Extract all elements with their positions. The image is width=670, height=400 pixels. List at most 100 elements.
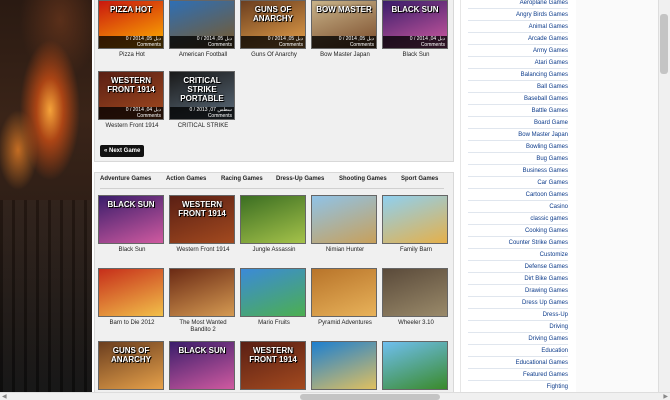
sidebar-category-link[interactable]: Angry Birds Games — [468, 9, 568, 21]
game-thumbnail[interactable]: WESTERN FRONT 1914 0 / 2014 ,04 دبل Commen… — [98, 71, 164, 120]
sidebar-category-link[interactable]: Battle Games — [468, 105, 568, 117]
game-thumbnail[interactable]: BLACK SUN — [169, 341, 235, 390]
tab-action-games[interactable]: Action Games — [166, 176, 206, 182]
game-title-link[interactable]: Jungle Assassin — [240, 247, 308, 254]
game-thumbnail[interactable]: BLACK SUN 0 / 2014 ,04 دبل Comments — [382, 0, 448, 49]
sidebar-category-link[interactable]: Animal Games — [468, 21, 568, 33]
game-tile[interactable]: WESTERN FRONT 1914 Western Front 1914 — [169, 195, 237, 254]
sidebar-category-link[interactable]: Bow Master Japan — [468, 129, 568, 141]
game-thumbnail[interactable]: GUNS OF ANARCHY 0 / 2014 ,05 دبل Comments — [240, 0, 306, 49]
game-tile[interactable]: The Most Wanted Bandito 2 — [169, 268, 237, 334]
sidebar-category-link[interactable]: Business Games — [468, 165, 568, 177]
game-thumbnail[interactable]: 0 / 2014 ,05 دبل Comments — [169, 0, 235, 49]
game-tile[interactable]: Mario Fruits — [240, 268, 308, 327]
sidebar-category-link[interactable]: Balancing Games — [468, 69, 568, 81]
game-thumbnail[interactable] — [382, 341, 448, 390]
game-thumbnail[interactable]: CRITICAL STRIKE PORTABLE 0 / 2013 ,07 سطس… — [169, 71, 235, 120]
game-tile[interactable]: CRITICAL STRIKE PORTABLE 0 / 2013 ,07 سطس… — [169, 71, 237, 130]
sidebar-category-link[interactable]: Dress Up Games — [468, 297, 568, 309]
game-tile[interactable]: Pyramid Adventures — [311, 268, 379, 327]
game-thumbnail[interactable] — [240, 268, 306, 317]
vertical-scrollbar[interactable] — [658, 0, 670, 392]
sidebar-category-link[interactable]: Customize — [468, 249, 568, 261]
game-tile[interactable]: PIZZA HOT 0 / 2014 ,05 دبل Comments Pizza H… — [98, 0, 166, 59]
sidebar-category-link[interactable]: Ball Games — [468, 81, 568, 93]
game-tile[interactable]: Family Barn — [382, 195, 450, 254]
sidebar-category-link[interactable]: Casino — [468, 201, 568, 213]
sidebar-category-link[interactable]: Dirt Bike Games — [468, 273, 568, 285]
sidebar-category-link[interactable]: Arcade Games — [468, 33, 568, 45]
game-tile[interactable]: WESTERN FRONT 1914 0 / 2014 ,04 دبل Commen… — [98, 71, 166, 130]
sidebar-category-link[interactable]: Counter Strike Games — [468, 237, 568, 249]
game-tile[interactable]: BLACK SUN — [169, 341, 237, 390]
game-title-link[interactable]: American Football — [169, 52, 237, 59]
scroll-right-arrow-icon[interactable]: ▶ — [663, 393, 668, 400]
sidebar-category-link[interactable]: Featured Games — [468, 369, 568, 381]
comments-link[interactable]: Comments — [170, 113, 232, 119]
game-title-link[interactable]: Western Front 1914 — [98, 123, 166, 130]
tab-racing-games[interactable]: Racing Games — [221, 176, 263, 182]
sidebar-category-link[interactable]: Driving Games — [468, 333, 568, 345]
sidebar-category-link[interactable]: Cooking Games — [468, 225, 568, 237]
game-title-link[interactable]: Black Sun — [98, 247, 166, 254]
game-thumbnail[interactable]: PIZZA HOT 0 / 2014 ,05 دبل Comments — [98, 0, 164, 49]
comments-link[interactable]: Comments — [170, 42, 232, 48]
game-tile[interactable]: BLACK SUN Black Sun — [98, 195, 166, 254]
game-tile[interactable]: GUNS OF ANARCHY — [98, 341, 166, 390]
sidebar-category-link[interactable]: Bug Games — [468, 153, 568, 165]
game-thumbnail[interactable]: GUNS OF ANARCHY — [98, 341, 164, 390]
tab-dress-up-games[interactable]: Dress-Up Games — [276, 176, 324, 182]
sidebar-category-link[interactable]: Dress-Up — [468, 309, 568, 321]
tab-shooting-games[interactable]: Shooting Games — [339, 176, 387, 182]
game-thumbnail[interactable]: WESTERN FRONT 1914 — [240, 341, 306, 390]
game-title-link[interactable]: Barn to Die 2012 — [98, 320, 166, 327]
game-tile[interactable]: Wheeler 3.10 — [382, 268, 450, 327]
game-title-link[interactable]: Pizza Hot — [98, 52, 166, 59]
game-title-link[interactable]: Black Sun — [382, 52, 450, 59]
sidebar-category-link[interactable]: Fighting — [468, 381, 568, 392]
comments-link[interactable]: Comments — [99, 42, 161, 48]
sidebar-category-link[interactable]: Defense Games — [468, 261, 568, 273]
vertical-scrollbar-thumb[interactable] — [660, 14, 668, 74]
game-tile[interactable]: BOW MASTER 0 / 2014 ,05 دبل Comments Bow Ma… — [311, 0, 379, 59]
sidebar-category-link[interactable]: Cartoon Games — [468, 189, 568, 201]
sidebar-category-link[interactable]: Car Games — [468, 177, 568, 189]
comments-link[interactable]: Comments — [383, 42, 445, 48]
game-title-link[interactable]: Wheeler 3.10 — [382, 320, 450, 327]
game-thumbnail[interactable]: WESTERN FRONT 1914 — [169, 195, 235, 244]
horizontal-scrollbar-thumb[interactable] — [300, 394, 440, 400]
sidebar-category-link[interactable]: Drawing Games — [468, 285, 568, 297]
game-tile[interactable] — [311, 341, 379, 390]
game-tile[interactable]: Barn to Die 2012 — [98, 268, 166, 327]
game-thumbnail[interactable] — [98, 268, 164, 317]
game-title-link[interactable]: CRITICAL STRIKE — [169, 123, 237, 130]
game-thumbnail[interactable] — [311, 341, 377, 390]
game-tile[interactable]: Jungle Assassin — [240, 195, 308, 254]
game-tile[interactable]: WESTERN FRONT 1914 — [240, 341, 308, 390]
sidebar-category-link[interactable]: Education — [468, 345, 568, 357]
tab-sport-games[interactable]: Sport Games — [401, 176, 438, 182]
game-tile[interactable]: 0 / 2014 ,05 دبل Comments American Footbal… — [169, 0, 237, 59]
comments-link[interactable]: Comments — [241, 42, 303, 48]
sidebar-category-link[interactable]: Atari Games — [468, 57, 568, 69]
sidebar-category-link[interactable]: classic games — [468, 213, 568, 225]
game-tile[interactable]: GUNS OF ANARCHY 0 / 2014 ,05 دبل Comments G… — [240, 0, 308, 59]
game-tile[interactable] — [382, 341, 450, 390]
game-thumbnail[interactable] — [311, 268, 377, 317]
tab-adventure-games[interactable]: Adventure Games — [100, 176, 151, 182]
game-title-link[interactable]: The Most Wanted Bandito 2 — [169, 320, 237, 334]
scroll-left-arrow-icon[interactable]: ◀ — [2, 393, 7, 400]
sidebar-category-link[interactable]: Army Games — [468, 45, 568, 57]
game-thumbnail[interactable]: BLACK SUN — [98, 195, 164, 244]
game-thumbnail[interactable]: BOW MASTER 0 / 2014 ,05 دبل Comments — [311, 0, 377, 49]
comments-link[interactable]: Comments — [99, 113, 161, 119]
game-title-link[interactable]: Pyramid Adventures — [311, 320, 379, 327]
game-title-link[interactable]: Family Barn — [382, 247, 450, 254]
sidebar-category-link[interactable]: Board Game — [468, 117, 568, 129]
sidebar-category-link[interactable]: Bowling Games — [468, 141, 568, 153]
next-game-button[interactable]: « Next Game — [100, 145, 145, 157]
game-title-link[interactable]: Bow Master Japan — [311, 52, 379, 59]
sidebar-category-link[interactable]: Aeroplane Games — [468, 0, 568, 9]
game-thumbnail[interactable] — [311, 195, 377, 244]
horizontal-scrollbar[interactable]: ◀ ▶ — [0, 392, 670, 400]
